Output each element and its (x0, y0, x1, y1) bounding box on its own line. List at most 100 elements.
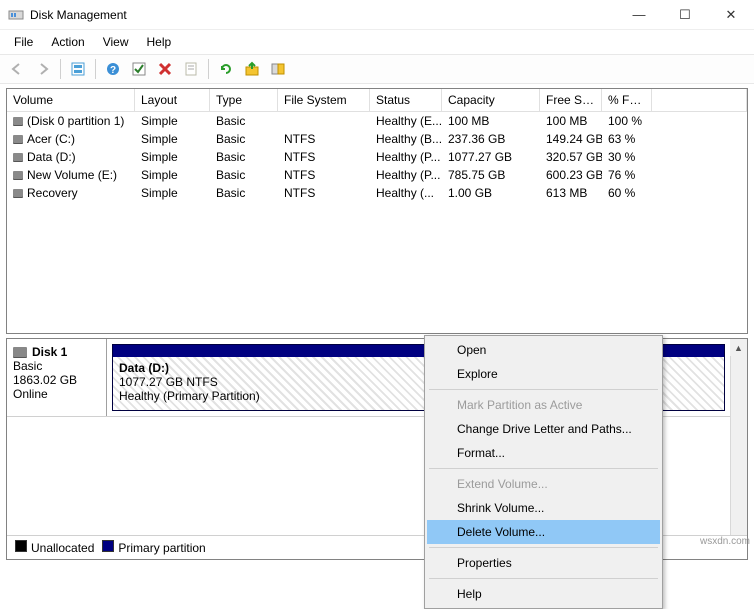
separator (429, 578, 658, 579)
cell-free: 613 MB (540, 184, 602, 202)
delete-icon[interactable] (154, 58, 176, 80)
close-button[interactable]: ✕ (708, 0, 754, 30)
volume-icon (13, 171, 23, 179)
col-capacity[interactable]: Capacity (442, 89, 540, 111)
disk-icon (13, 347, 27, 357)
back-button[interactable] (6, 58, 28, 80)
cell-type: Basic (210, 130, 278, 148)
volume-icon (13, 153, 23, 161)
col-status[interactable]: Status (370, 89, 442, 111)
table-row[interactable]: RecoverySimpleBasicNTFSHealthy (...1.00 … (7, 184, 747, 202)
scroll-up-icon[interactable]: ▲ (730, 339, 747, 356)
menu-view[interactable]: View (95, 33, 137, 51)
table-row[interactable]: New Volume (E:)SimpleBasicNTFSHealthy (P… (7, 166, 747, 184)
cell-capacity: 100 MB (442, 112, 540, 130)
cell-fs: NTFS (278, 148, 370, 166)
volume-icon (13, 135, 23, 143)
ctx-open[interactable]: Open (427, 338, 660, 362)
ctx-properties[interactable]: Properties (427, 551, 660, 575)
settings-icon[interactable] (128, 58, 150, 80)
ctx-shrink[interactable]: Shrink Volume... (427, 496, 660, 520)
volume-rows: (Disk 0 partition 1)SimpleBasicHealthy (… (7, 112, 747, 202)
cell-status: Healthy (B... (370, 130, 442, 148)
cell-free: 100 MB (540, 112, 602, 130)
col-type[interactable]: Type (210, 89, 278, 111)
cell-type: Basic (210, 148, 278, 166)
cell-fs: NTFS (278, 166, 370, 184)
separator (429, 547, 658, 548)
separator (60, 59, 61, 79)
col-spacer (652, 89, 747, 111)
volume-list-pane: Volume Layout Type File System Status Ca… (6, 88, 748, 334)
cell-fs: NTFS (278, 184, 370, 202)
titlebar: Disk Management — ☐ ✕ (0, 0, 754, 30)
swatch-blue-icon (102, 540, 114, 552)
menu-action[interactable]: Action (43, 33, 92, 51)
scrollbar[interactable]: ▲ ▼ (730, 339, 747, 559)
cell- (652, 148, 747, 166)
volume-icon (13, 117, 23, 125)
toolbar: ? (0, 54, 754, 84)
save-icon[interactable] (241, 58, 263, 80)
swatch-black-icon (15, 540, 27, 552)
col-pctfree[interactable]: % Free (602, 89, 652, 111)
cell-capacity: 237.36 GB (442, 130, 540, 148)
separator (429, 389, 658, 390)
cell-status: Healthy (P... (370, 148, 442, 166)
help-icon[interactable]: ? (102, 58, 124, 80)
disk-label-text: Disk 1 (32, 345, 67, 359)
cell-free: 320.57 GB (540, 148, 602, 166)
menu-help[interactable]: Help (139, 33, 180, 51)
ctx-explore[interactable]: Explore (427, 362, 660, 386)
cell-type: Basic (210, 112, 278, 130)
cell- (652, 112, 747, 130)
separator (95, 59, 96, 79)
forward-button[interactable] (32, 58, 54, 80)
col-layout[interactable]: Layout (135, 89, 210, 111)
col-freespace[interactable]: Free Spa... (540, 89, 602, 111)
minimize-button[interactable]: — (616, 0, 662, 30)
cell-status: Healthy (P... (370, 166, 442, 184)
cell-pct: 30 % (602, 148, 652, 166)
cell-pct: 76 % (602, 166, 652, 184)
cell-pct: 63 % (602, 130, 652, 148)
menu-bar: File Action View Help (0, 30, 754, 54)
cell-status: Healthy (E... (370, 112, 442, 130)
ctx-help[interactable]: Help (427, 582, 660, 606)
cell-fs (278, 112, 370, 130)
ctx-change-letter[interactable]: Change Drive Letter and Paths... (427, 417, 660, 441)
table-row[interactable]: Data (D:)SimpleBasicNTFSHealthy (P...107… (7, 148, 747, 166)
ctx-mark-active: Mark Partition as Active (427, 393, 660, 417)
column-headers: Volume Layout Type File System Status Ca… (7, 89, 747, 112)
menu-file[interactable]: File (6, 33, 41, 51)
watermark: wsxdn.com (700, 536, 750, 547)
refresh-icon[interactable] (215, 58, 237, 80)
table-row[interactable]: Acer (C:)SimpleBasicNTFSHealthy (B...237… (7, 130, 747, 148)
cell-pct: 60 % (602, 184, 652, 202)
volume-icon (13, 189, 23, 197)
cell- (652, 166, 747, 184)
disk-icon[interactable] (267, 58, 289, 80)
cell-layout: Simple (135, 148, 210, 166)
cell-free: 600.23 GB (540, 166, 602, 184)
cell-free: 149.24 GB (540, 130, 602, 148)
disk-size: 1863.02 GB (13, 373, 100, 387)
maximize-button[interactable]: ☐ (662, 0, 708, 30)
cell-layout: Simple (135, 130, 210, 148)
ctx-delete[interactable]: Delete Volume... (427, 520, 660, 544)
table-row[interactable]: (Disk 0 partition 1)SimpleBasicHealthy (… (7, 112, 747, 130)
ctx-format[interactable]: Format... (427, 441, 660, 465)
cell- (652, 130, 747, 148)
cell-capacity: 1.00 GB (442, 184, 540, 202)
col-filesystem[interactable]: File System (278, 89, 370, 111)
cell-volume-name: Recovery (7, 184, 135, 202)
cell-layout: Simple (135, 112, 210, 130)
col-volume[interactable]: Volume (7, 89, 135, 111)
disk-info[interactable]: Disk 1 Basic 1863.02 GB Online (7, 339, 107, 416)
refresh-icon[interactable] (67, 58, 89, 80)
app-icon (8, 7, 24, 23)
properties-icon[interactable] (180, 58, 202, 80)
legend-unallocated: Unallocated (15, 540, 94, 555)
disk-state: Online (13, 387, 100, 401)
svg-text:?: ? (110, 65, 116, 76)
